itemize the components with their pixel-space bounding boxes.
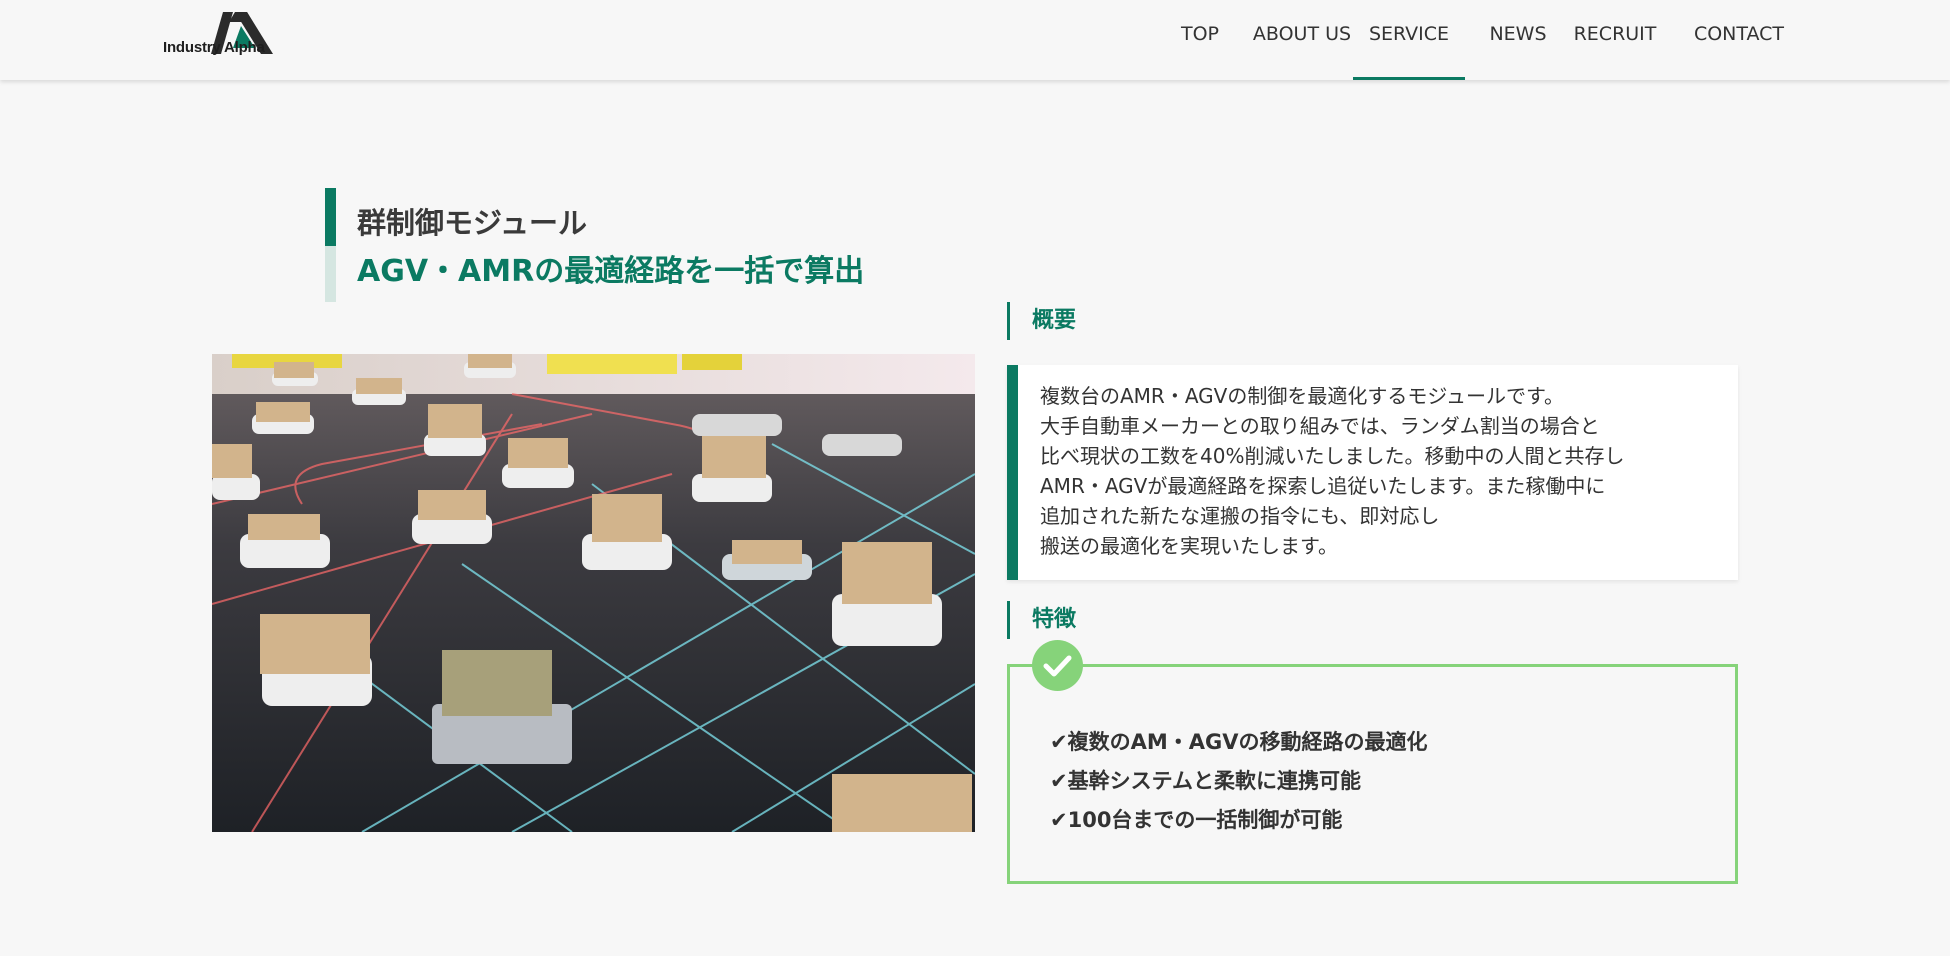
overview-line: 追加された新たな運搬の指令にも、即対応し <box>1040 504 1440 528</box>
logo-text: Industry Alpha <box>163 39 265 56</box>
nav-service[interactable]: SERVICE <box>1353 0 1465 80</box>
feature-item: ✔複数のAM・AGVの移動経路の最適化 <box>1050 730 1428 754</box>
title-accent-bar <box>325 188 336 246</box>
features-heading: 特徴 <box>1007 601 1076 639</box>
checkmark-icon <box>1032 640 1083 691</box>
nav-top[interactable]: TOP <box>1170 0 1230 80</box>
nav-news[interactable]: NEWS <box>1478 0 1558 80</box>
overview-line: 搬送の最適化を実現いたします。 <box>1040 534 1338 558</box>
nav-about-us[interactable]: ABOUT US <box>1232 0 1372 80</box>
overview-heading: 概要 <box>1007 302 1076 340</box>
nav-recruit[interactable]: RECRUIT <box>1559 0 1671 80</box>
site-header: Industry Alpha TOP ABOUT US SERVICE NEWS… <box>0 0 1950 80</box>
overview-line: AMR・AGVが最適経路を探索し追従いたします。また稼働中に <box>1040 474 1606 498</box>
overview-line: 複数台のAMR・AGVの制御を最適化するモジュールです。 <box>1040 384 1564 408</box>
overview-line: 大手自動車メーカーとの取り組みでは、ランダム割当の場合と <box>1040 414 1600 438</box>
industry-alpha-logo[interactable]: Industry Alpha <box>163 12 275 58</box>
agv-warehouse-image <box>212 354 975 832</box>
features-list: ✔複数のAM・AGVの移動経路の最適化 ✔基幹システムと柔軟に連携可能 ✔100… <box>1050 723 1428 840</box>
title-accent-bar-light <box>325 246 336 302</box>
agv-warehouse-photo-icon <box>212 354 975 832</box>
nav-contact[interactable]: CONTACT <box>1674 0 1804 80</box>
feature-item: ✔基幹システムと柔軟に連携可能 <box>1050 769 1361 793</box>
page-title: 群制御モジュール <box>357 206 587 240</box>
page-subtitle: AGV・AMRの最適経路を一括で算出 <box>357 254 865 289</box>
overview-card: 複数台のAMR・AGVの制御を最適化するモジュールです。 大手自動車メーカーとの… <box>1007 365 1738 580</box>
overview-line: 比べ現状の工数を40%削減いたしました。移動中の人間と共存し <box>1040 444 1625 468</box>
feature-item: ✔100台までの一括制御が可能 <box>1050 808 1343 832</box>
